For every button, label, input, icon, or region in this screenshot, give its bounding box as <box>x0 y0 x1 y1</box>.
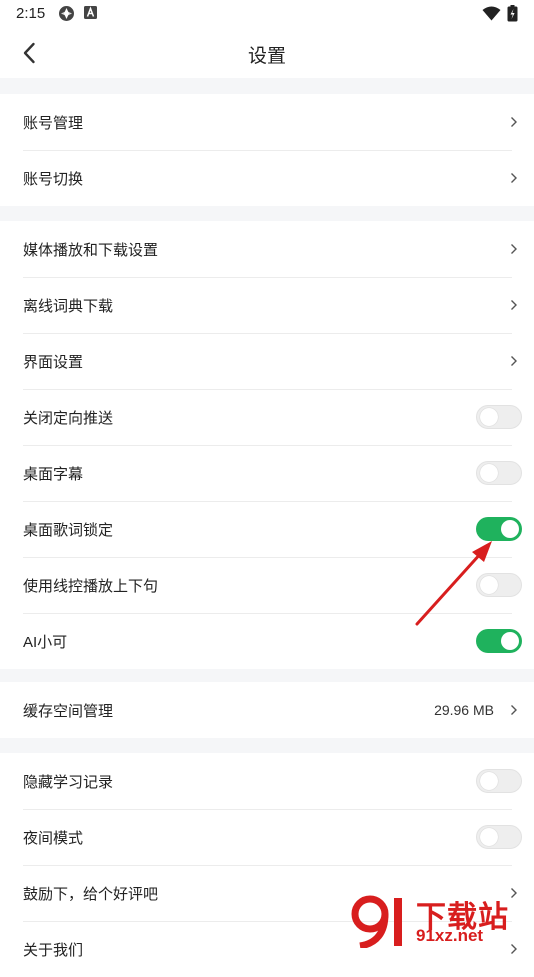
chevron-right-icon <box>508 354 520 368</box>
row-label: 使用线控播放上下句 <box>23 577 159 595</box>
toggle-knob <box>480 464 498 482</box>
toggle-knob <box>480 772 498 790</box>
chevron-right-icon <box>508 115 520 129</box>
row-label: 媒体播放和下载设置 <box>23 241 159 259</box>
offline-dictionary-row[interactable]: 离线词典下载 <box>0 277 534 333</box>
row-label: 离线词典下载 <box>23 297 114 315</box>
toggle-knob <box>480 576 498 594</box>
row-label: 桌面歌词锁定 <box>23 521 114 539</box>
row-label: 缓存空间管理 <box>23 702 114 720</box>
status-bar: 2:15 <box>0 0 534 28</box>
chevron-right-icon <box>508 171 520 185</box>
targeted-push-toggle[interactable] <box>476 405 522 429</box>
account-management-row[interactable]: 账号管理 <box>0 94 534 150</box>
cache-size-value: 29.96 MB <box>434 702 494 718</box>
status-time: 2:15 <box>16 5 46 22</box>
row-label: 隐藏学习记录 <box>23 773 114 791</box>
hide-study-record-toggle[interactable] <box>476 769 522 793</box>
row-label: 账号管理 <box>23 114 84 132</box>
settings-group-account: 账号管理 账号切换 <box>0 94 534 206</box>
night-mode-toggle[interactable] <box>476 825 522 849</box>
chevron-right-icon <box>508 242 520 256</box>
row-label: AI小可 <box>23 633 68 651</box>
watermark-logo: 下载站 91xz.net <box>348 892 528 948</box>
settings-group-general: 媒体播放和下载设置 离线词典下载 界面设置 关闭定向推送 桌面字幕 桌面歌词锁定… <box>0 221 534 669</box>
status-system-icons <box>482 5 518 22</box>
media-download-settings-row[interactable]: 媒体播放和下载设置 <box>0 221 534 277</box>
wire-control-playback-row: 使用线控播放上下句 <box>0 557 534 613</box>
ai-assistant-toggle[interactable] <box>476 629 522 653</box>
top-app-bar: 设置 <box>0 28 534 78</box>
hide-study-record-row: 隐藏学习记录 <box>0 753 534 809</box>
toggle-knob <box>480 408 498 426</box>
interface-settings-row[interactable]: 界面设置 <box>0 333 534 389</box>
row-label: 账号切换 <box>23 170 84 188</box>
wifi-icon <box>482 6 501 21</box>
settings-group-cache: 缓存空间管理 29.96 MB <box>0 682 534 738</box>
chevron-right-icon <box>508 298 520 312</box>
battery-icon <box>507 5 518 22</box>
toggle-knob <box>501 632 519 650</box>
status-notification-icons <box>58 5 98 22</box>
desktop-subtitle-toggle[interactable] <box>476 461 522 485</box>
cache-management-row[interactable]: 缓存空间管理 29.96 MB <box>0 682 534 738</box>
watermark-url: 91xz.net <box>416 926 484 945</box>
night-mode-row: 夜间模式 <box>0 809 534 865</box>
account-switch-row[interactable]: 账号切换 <box>0 150 534 206</box>
desktop-lyrics-lock-toggle[interactable] <box>476 517 522 541</box>
toggle-knob <box>501 520 519 538</box>
row-label: 关闭定向推送 <box>23 409 114 427</box>
targeted-push-row: 关闭定向推送 <box>0 389 534 445</box>
app-a-icon <box>84 6 97 19</box>
chevron-right-icon <box>508 703 520 717</box>
row-label: 界面设置 <box>23 353 84 371</box>
row-label: 夜间模式 <box>23 829 84 847</box>
watermark-91-logo-icon <box>351 895 402 948</box>
desktop-subtitle-row: 桌面字幕 <box>0 445 534 501</box>
wire-control-playback-toggle[interactable] <box>476 573 522 597</box>
row-label: 桌面字幕 <box>23 465 84 483</box>
toggle-knob <box>480 828 498 846</box>
app-notification-icon <box>59 6 74 21</box>
ai-assistant-row: AI小可 <box>0 613 534 669</box>
desktop-lyrics-lock-row: 桌面歌词锁定 <box>0 501 534 557</box>
page-title: 设置 <box>247 46 286 67</box>
